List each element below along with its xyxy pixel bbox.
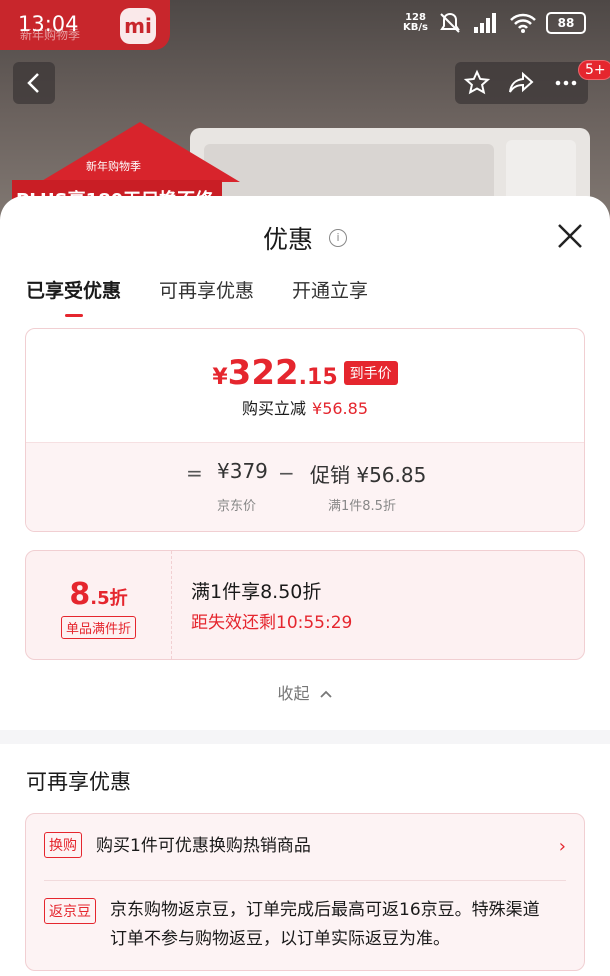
discount-description: 满1件享8.50折: [191, 581, 322, 603]
discount-type-chip: 单品满件折: [60, 616, 136, 639]
share-icon[interactable]: [507, 69, 535, 97]
offer-tag: 返京豆: [44, 898, 96, 924]
tab-activate[interactable]: 开通立享: [292, 276, 368, 303]
offer-row-beans: 返京豆 京东购物返京豆，订单完成后最高可返16京豆。特殊渠道订单不参与购物返豆，…: [44, 898, 566, 949]
offer-text: 购买1件可优惠换购热销商品: [96, 836, 311, 856]
discount-rate: 8.5折: [69, 577, 128, 612]
status-bar: 新年购物季 mi 13:04 128 KB/s 88: [0, 0, 610, 52]
close-icon[interactable]: [556, 222, 584, 250]
final-price: ¥322.15 到手价: [26, 329, 584, 393]
network-speed: 128 KB/s: [403, 12, 428, 33]
info-icon[interactable]: i: [328, 229, 347, 247]
wifi-icon: [510, 13, 536, 33]
discount-sheet: 优惠 i 已享受优惠 可再享优惠 开通立享 ¥322.15 到手价 购买立减 ¥56…: [0, 196, 610, 976]
chevron-left-icon: [27, 73, 39, 93]
price-breakdown: = ¥379 京东价 − 促销 ¥56.85 满1件8.5折: [26, 442, 584, 531]
status-time: 13:04: [18, 12, 79, 36]
chevron-up-icon: [319, 690, 332, 698]
instant-reduction: 购买立减 ¥56.85: [242, 399, 368, 418]
chevron-right-icon: ›: [558, 836, 566, 857]
more-icon[interactable]: [552, 69, 580, 97]
section-title: 可再享优惠: [26, 770, 131, 794]
final-price-card: ¥322.15 到手价 购买立减 ¥56.85 = ¥379 京东价 − 促销 ¥5…: [25, 328, 585, 532]
base-price-caption: 京东价: [217, 499, 257, 514]
promo-caption: 满1件8.5折: [328, 499, 396, 514]
star-icon[interactable]: [463, 69, 491, 97]
offer-row-exchange[interactable]: 换购 购买1件可优惠换购热销商品 ›: [44, 832, 566, 881]
countdown-timer: 距失效还剩10:55:29: [191, 613, 353, 633]
tab-bar: 已享受优惠 可再享优惠 开通立享: [26, 276, 368, 317]
more-offers-card: 换购 购买1件可优惠换购热销商品 › 返京豆 京东购物返京豆，订单完成后最高可返…: [25, 813, 585, 971]
mi-logo: mi: [120, 8, 156, 44]
equals-sign: =: [186, 461, 203, 485]
base-price: ¥379: [217, 459, 268, 483]
signal-icon: [474, 13, 496, 33]
minus-sign: −: [278, 461, 295, 485]
battery-indicator: 88: [546, 12, 586, 34]
back-button[interactable]: [13, 62, 55, 104]
promo-house-text: 新年购物季: [86, 160, 141, 173]
offer-text: 京东购物返京豆，订单完成后最高可返16京豆。特殊渠道订单不参与购物返豆，以订单实…: [110, 900, 540, 949]
sheet-title: 优惠 i: [0, 220, 610, 256]
mute-icon: [440, 12, 460, 33]
price-tag: 到手价: [343, 361, 398, 385]
notification-badge: 5+: [578, 60, 610, 80]
offer-tag: 换购: [44, 832, 82, 858]
tab-enjoyed[interactable]: 已享受优惠: [26, 276, 121, 317]
promo-value: 促销 ¥56.85: [310, 463, 427, 487]
collapse-button[interactable]: 收起: [0, 680, 610, 704]
tab-more-available[interactable]: 可再享优惠: [159, 276, 254, 303]
section-divider: [0, 730, 610, 744]
discount-card: 8.5折 单品满件折 满1件享8.50折 距失效还剩10:55:29: [25, 550, 585, 660]
action-bar: [455, 62, 588, 104]
